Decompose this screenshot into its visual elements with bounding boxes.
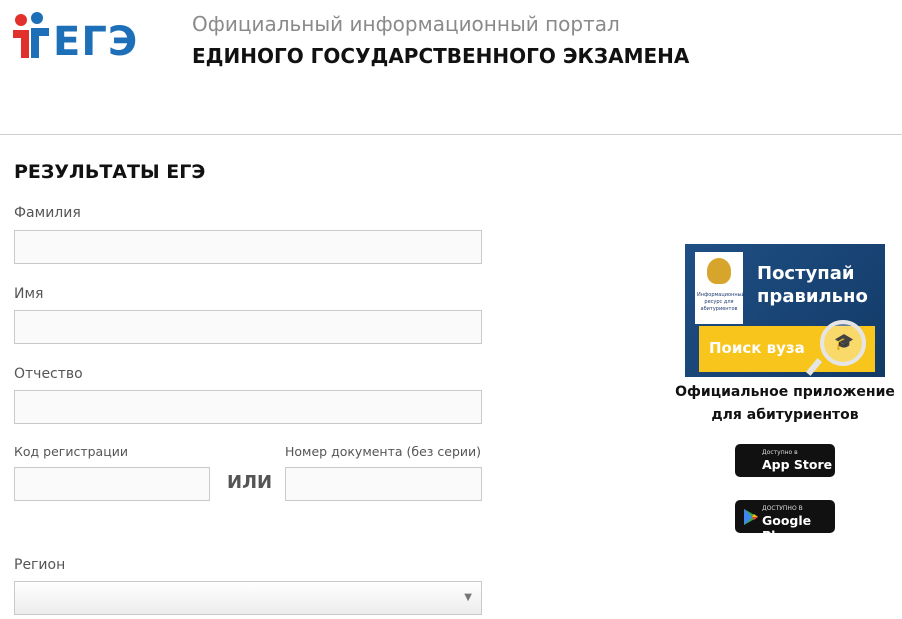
google-play-button[interactable]: ДОСТУПНО В Google Play <box>735 500 835 543</box>
app-caption: Официальное приложение для абитуриентов <box>672 381 898 427</box>
page-title: РЕЗУЛЬТАТЫ ЕГЭ <box>14 161 206 183</box>
coat-of-arms-icon <box>707 258 731 284</box>
ege-logo[interactable]: ЕГЭ <box>11 12 156 65</box>
app-store-label: App Store <box>762 457 833 472</box>
banner-slogan: Поступай правильно <box>757 262 868 308</box>
region-label: Регион <box>14 557 66 573</box>
name-label: Имя <box>14 286 44 302</box>
slogan-line-1: Поступай <box>757 263 855 284</box>
search-label: Поиск вуза <box>709 339 805 357</box>
university-search-button[interactable]: Поиск вуза 🎓 <box>699 320 875 376</box>
app-store-small-text: Доступно в <box>762 449 798 456</box>
portal-subtitle: Официальный информационный портал <box>192 12 620 36</box>
or-separator: ИЛИ <box>227 472 273 493</box>
app-caption-line-1: Официальное приложение <box>675 384 895 400</box>
name-field[interactable] <box>14 310 482 344</box>
doc-number-label: Номер документа (без серии) <box>285 444 482 459</box>
chevron-down-icon: ▼ <box>464 592 472 603</box>
site-header: ЕГЭ Официальный информационный портал ЕД… <box>0 0 902 135</box>
reg-code-label: Код регистрации <box>14 444 128 459</box>
google-play-label: Google Play <box>762 513 812 543</box>
surname-field[interactable] <box>14 230 482 264</box>
patronymic-label: Отчество <box>14 366 83 382</box>
promo-banner[interactable]: Информационный ресурс для абитуриентов П… <box>685 244 885 377</box>
person-icon <box>13 12 49 58</box>
graduation-cap-icon: 🎓 <box>834 332 854 351</box>
magnifier-handle <box>805 358 823 376</box>
app-caption-line-2: для абитуриентов <box>711 407 859 423</box>
crest-panel: Информационный ресурс для абитуриентов <box>695 252 745 324</box>
patronymic-field[interactable] <box>14 390 482 424</box>
portal-title: ЕДИНОГО ГОСУДАРСТВЕННОГО ЭКЗАМЕНА <box>192 44 690 68</box>
app-store-button[interactable]: Доступно в App Store <box>735 444 835 477</box>
reg-code-field[interactable] <box>14 467 210 501</box>
slogan-line-2: правильно <box>757 286 868 307</box>
doc-number-field[interactable] <box>285 467 482 501</box>
play-store-icon <box>744 509 758 525</box>
logo-text: ЕГЭ <box>53 19 139 65</box>
region-select[interactable]: ▼ <box>14 581 482 615</box>
google-play-small-text: ДОСТУПНО В <box>762 505 803 512</box>
crest-caption: Информационный ресурс для абитуриентов <box>697 292 745 312</box>
surname-label: Фамилия <box>14 205 81 221</box>
